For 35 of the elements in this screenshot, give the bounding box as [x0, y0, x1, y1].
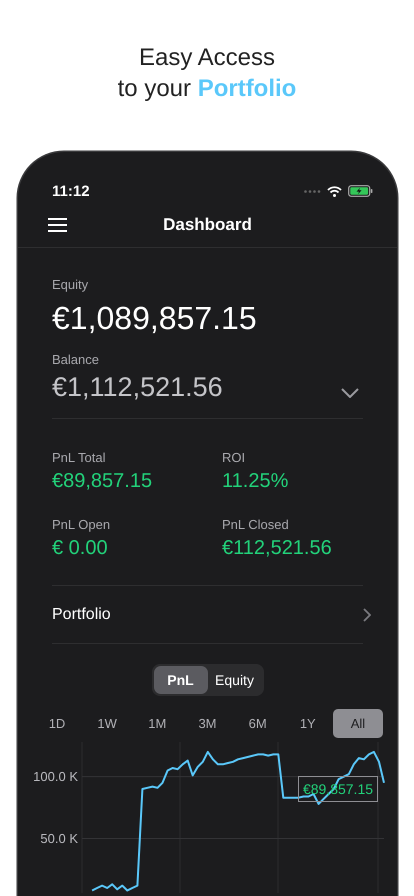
range-tab[interactable]: 1Y	[282, 709, 333, 738]
range-tab[interactable]: 1D	[32, 709, 82, 738]
highlight-text: Portfolio	[198, 75, 296, 102]
menu-icon[interactable]	[48, 218, 67, 232]
chart-mode-tab[interactable]: PnL	[154, 666, 208, 694]
y-axis-label: 100.0 K	[33, 769, 78, 784]
stat-label: ROI	[222, 450, 246, 466]
y-axis-label: 50.0 K	[40, 831, 78, 846]
range-tab[interactable]: 6M	[232, 709, 283, 738]
headline-text: to your	[118, 75, 192, 102]
chevron-right-icon[interactable]	[363, 608, 371, 622]
stat-value: 11.25%	[222, 469, 290, 494]
balance-value: €1,112,521.56	[52, 371, 223, 404]
range-tab[interactable]: 1W	[82, 709, 132, 738]
equity-label: Equity	[52, 277, 90, 293]
headline-text: Easy Access	[138, 44, 276, 71]
wifi-icon	[327, 186, 342, 196]
equity-value: €1,089,857.15	[52, 299, 258, 338]
battery-icon	[348, 185, 373, 197]
balance-label: Balance	[52, 352, 100, 368]
stat-value: € 0.00	[52, 536, 109, 561]
range-tab[interactable]: 1M	[132, 709, 182, 738]
stat-label: PnL Closed	[222, 517, 290, 533]
stat-value: €112,521.56	[222, 536, 333, 561]
signal-icon	[304, 190, 321, 192]
stat-label: PnL Open	[52, 517, 112, 533]
chart-mode-tab[interactable]: Equity	[208, 666, 262, 694]
status-time: 11:12	[52, 182, 90, 200]
chevron-down-icon[interactable]	[341, 388, 359, 398]
range-tab[interactable]: 3M	[182, 709, 232, 738]
stat-label: PnL Total	[52, 450, 106, 466]
stat-value: €89,857.15	[52, 469, 154, 494]
screen-title: Dashboard	[163, 215, 252, 235]
range-tab[interactable]: All	[332, 709, 383, 738]
portfolio-link[interactable]: Portfolio	[52, 606, 111, 624]
